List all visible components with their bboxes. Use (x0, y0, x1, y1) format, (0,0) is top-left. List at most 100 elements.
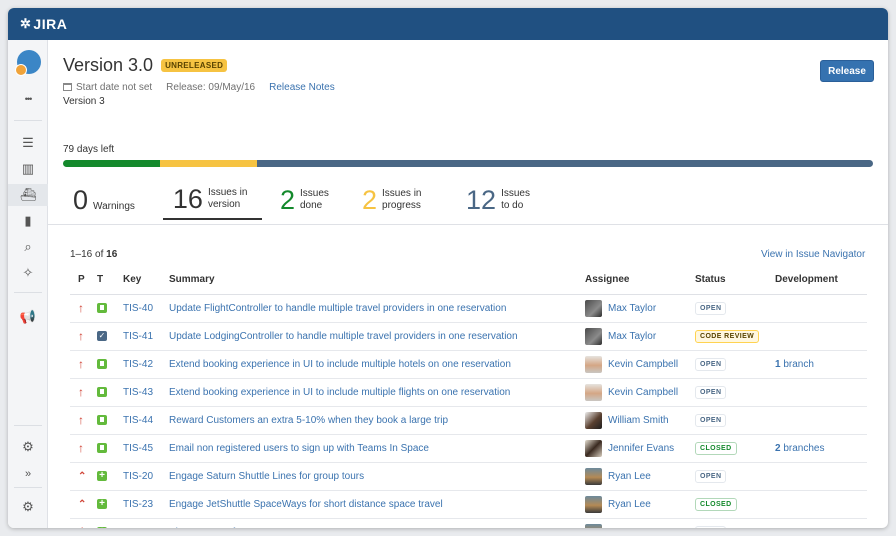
summary-cell: Engage Saturn Shuttle Lines for group to… (169, 462, 585, 491)
sidebar-divider (14, 292, 42, 293)
development-cell (775, 490, 867, 519)
status-lozenge: OPEN (695, 385, 727, 399)
issue-summary-link[interactable]: Update LodgingController to handle multi… (169, 331, 518, 342)
table-row[interactable]: ⌃ + TIS-23 Engage JetShuttle SpaceWays f… (70, 490, 867, 519)
jira-window: ✲ JIRA ••• ☰ ▥ ⛴ ▮ ⌕ ✧ 📢 ⚙ » ⚙ » Version… (8, 8, 888, 528)
issue-key-link[interactable]: TIS-44 (123, 415, 153, 426)
assignee-link[interactable]: Ryan Lee (608, 527, 651, 529)
priority-highest-icon: ⌃ (78, 527, 86, 529)
issue-key-cell: TIS-20 (123, 462, 169, 491)
more-icon[interactable]: ••• (8, 88, 48, 110)
issue-summary-link[interactable]: Sign Contract for SunSpot Tours (169, 527, 312, 529)
priority-cell: ⌃ (70, 462, 97, 491)
summary-cell: Sign Contract for SunSpot Tours (169, 518, 585, 528)
avatar (585, 327, 602, 345)
status-cell: CLOSED (695, 490, 775, 519)
assignee-link[interactable]: Max Taylor (608, 331, 656, 342)
issue-key-link[interactable]: TIS-20 (123, 471, 153, 482)
assignee-link[interactable]: Kevin Campbell (608, 359, 678, 370)
issue-summary-link[interactable]: Update FlightController to handle multip… (169, 303, 506, 314)
assignee-link[interactable]: Kevin Campbell (608, 387, 678, 398)
issue-key-link[interactable]: TIS-24 (123, 527, 153, 529)
status-lozenge: OPEN (695, 301, 727, 315)
status-lozenge: CLOSED (695, 497, 737, 511)
release-notes-link[interactable]: Release Notes (269, 82, 335, 93)
col-status[interactable]: Status (695, 266, 775, 295)
board-icon[interactable]: ▥ (8, 158, 48, 180)
issue-key-link[interactable]: TIS-40 (123, 303, 153, 314)
issue-summary-link[interactable]: Extend booking experience in UI to inclu… (169, 387, 510, 398)
stat-warnings[interactable]: 0 Warnings (63, 180, 145, 220)
table-row[interactable]: ↑ TIS-43 Extend booking experience in UI… (70, 378, 867, 407)
assignee-link[interactable]: Max Taylor (608, 303, 656, 314)
status-cell: OPEN (695, 462, 775, 491)
progress-in-progress-segment (160, 160, 258, 167)
feedback-megaphone-icon[interactable]: 📢 (8, 306, 48, 328)
avatar (585, 411, 602, 429)
issue-key-link[interactable]: TIS-23 (123, 499, 153, 510)
col-type[interactable]: T (97, 266, 123, 295)
assignee-link[interactable]: William Smith (608, 415, 669, 426)
story-icon (97, 414, 107, 425)
improvement-icon: + (97, 470, 107, 481)
stat-issues-done[interactable]: 2 Issues done (270, 180, 344, 220)
issue-summary-link[interactable]: Engage JetShuttle SpaceWays for short di… (169, 499, 443, 510)
status-cell: OPEN (695, 378, 775, 407)
stat-issues-in-progress[interactable]: 2 Issues in progress (352, 180, 448, 220)
page-title: Version 3.0 (63, 55, 154, 75)
version-header: Version 3.0 UNRELEASED (63, 55, 228, 76)
issue-key-cell: TIS-41 (123, 322, 169, 351)
jira-logo[interactable]: ✲ JIRA (20, 16, 67, 32)
collapse-icon[interactable]: » (8, 521, 48, 528)
col-priority[interactable]: P (70, 266, 97, 295)
stat-issues-in-version[interactable]: 16 Issues in version (162, 180, 262, 220)
summary-cell: Update LodgingController to handle multi… (169, 322, 585, 351)
expand-sidebar-icon[interactable]: » (8, 463, 48, 485)
reports-icon[interactable]: ▮ (8, 210, 48, 232)
issue-key-link[interactable]: TIS-42 (123, 359, 153, 370)
issue-summary-link[interactable]: Reward Customers an extra 5-10% when the… (169, 415, 448, 426)
release-button[interactable]: Release (820, 60, 874, 82)
table-row[interactable]: ⌃ + TIS-20 Engage Saturn Shuttle Lines f… (70, 462, 867, 491)
story-icon (97, 302, 107, 313)
issue-table: P T Key Summary Assignee Status Developm… (70, 266, 867, 528)
view-in-issue-navigator-link[interactable]: View in Issue Navigator (761, 249, 865, 260)
sidebar-divider (14, 120, 42, 121)
col-development[interactable]: Development (775, 266, 867, 295)
issue-key-link[interactable]: TIS-45 (123, 443, 153, 454)
sidebar-divider (14, 487, 42, 488)
assignee-link[interactable]: Jennifer Evans (608, 443, 674, 454)
stat-issues-to-do[interactable]: 12 Issues to do (456, 180, 545, 220)
table-row[interactable]: ↑ TIS-45 Email non registered users to s… (70, 434, 867, 463)
status-lozenge: OPEN (695, 469, 727, 483)
project-avatar[interactable] (15, 50, 41, 76)
table-row[interactable]: ⌃ + TIS-24 Sign Contract for SunSpot Tou… (70, 518, 867, 528)
development-link[interactable]: 2 branches (775, 443, 824, 454)
development-link[interactable]: 1 branch (775, 359, 814, 370)
col-assignee[interactable]: Assignee (585, 266, 695, 295)
assignee-link[interactable]: Ryan Lee (608, 471, 651, 482)
table-row[interactable]: ↑ ✓ TIS-41 Update LodgingController to h… (70, 322, 867, 351)
table-row[interactable]: ↑ TIS-42 Extend booking experience in UI… (70, 350, 867, 379)
issues-search-icon[interactable]: ⌕ (8, 236, 48, 258)
col-key[interactable]: Key (123, 266, 169, 295)
issue-summary-link[interactable]: Extend booking experience in UI to inclu… (169, 359, 511, 370)
settings-gear-icon[interactable]: ⚙ (8, 436, 48, 458)
start-date: Start date not set (63, 82, 152, 93)
components-icon[interactable]: ✧ (8, 262, 48, 284)
issue-summary-link[interactable]: Engage Saturn Shuttle Lines for group to… (169, 471, 364, 482)
issue-key-link[interactable]: TIS-43 (123, 387, 153, 398)
table-row[interactable]: ↑ TIS-40 Update FlightController to hand… (70, 294, 867, 323)
issue-key-link[interactable]: TIS-41 (123, 331, 153, 342)
table-row[interactable]: ↑ TIS-44 Reward Customers an extra 5-10%… (70, 406, 867, 435)
admin-gear-icon[interactable]: ⚙ (8, 496, 48, 518)
assignee-link[interactable]: Ryan Lee (608, 499, 651, 510)
status-lozenge: OPEN (695, 525, 727, 528)
issue-summary-link[interactable]: Email non registered users to sign up wi… (169, 443, 429, 454)
jira-logo-text: JIRA (33, 16, 68, 32)
table-header-row: P T Key Summary Assignee Status Developm… (70, 266, 867, 295)
releases-icon[interactable]: ⛴ (8, 184, 48, 206)
backlog-icon[interactable]: ☰ (8, 132, 48, 154)
priority-cell: ↑ (70, 350, 97, 379)
col-summary[interactable]: Summary (169, 266, 585, 295)
